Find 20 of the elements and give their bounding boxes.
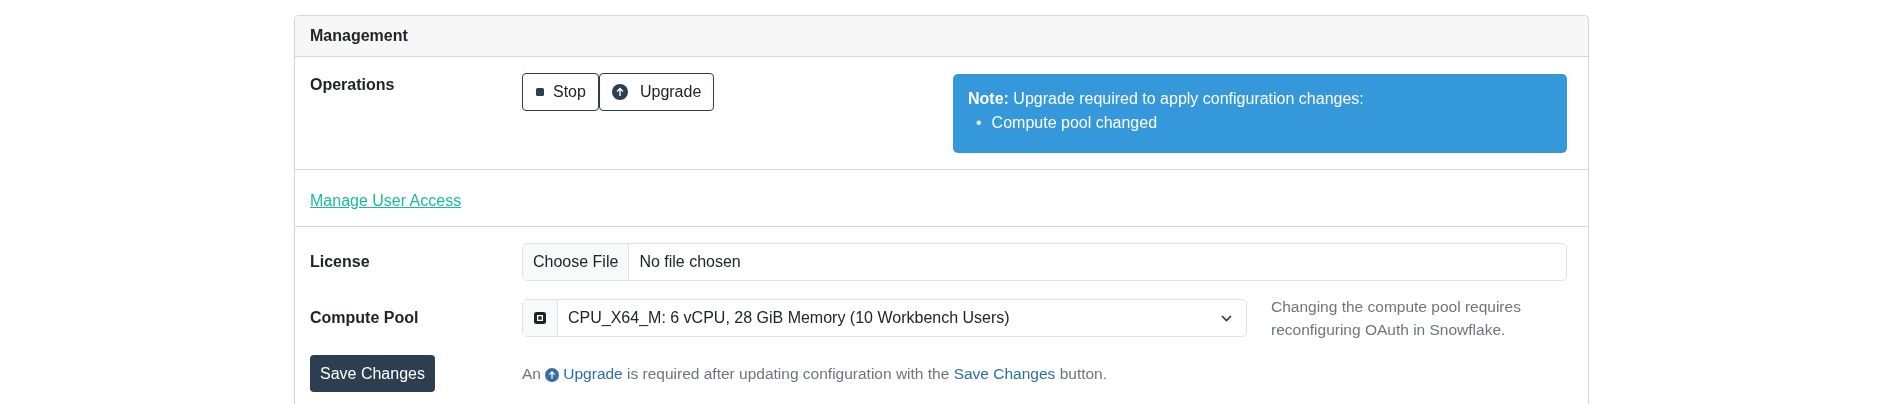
stop-icon (535, 87, 545, 97)
upgrade-button[interactable]: Upgrade (598, 73, 715, 111)
save-changes-button[interactable]: Save Changes (310, 355, 435, 392)
operations-label: Operations (310, 76, 396, 95)
file-input[interactable]: Choose File No file chosen (522, 243, 1567, 281)
license-label: License (310, 253, 371, 271)
note-text: Note: Upgrade required to apply configuration changes: (968, 89, 1365, 109)
save-changes-link[interactable]: Save Changes (953, 364, 1056, 382)
stop-button[interactable]: Stop (522, 73, 599, 111)
save-hint: An Upgrade is required after updating configuration with the Save Changes button. (522, 364, 1109, 383)
arrow-up-circle-icon (611, 84, 628, 100)
file-status: No file chosen (638, 252, 742, 272)
note-item: Compute pool changed (991, 113, 1158, 133)
compute-pool-help: Changing the compute pool requires reconfiguring OAuth in Snowflake. (1271, 297, 1522, 340)
choose-file-button[interactable]: Choose File (523, 244, 630, 280)
arrow-up-circle-icon (545, 367, 560, 382)
bullet: • (976, 113, 982, 133)
compute-pool-label: Compute Pool (310, 309, 420, 327)
upgrade-link[interactable]: Upgrade (545, 364, 623, 382)
card-title: Management (310, 27, 408, 45)
